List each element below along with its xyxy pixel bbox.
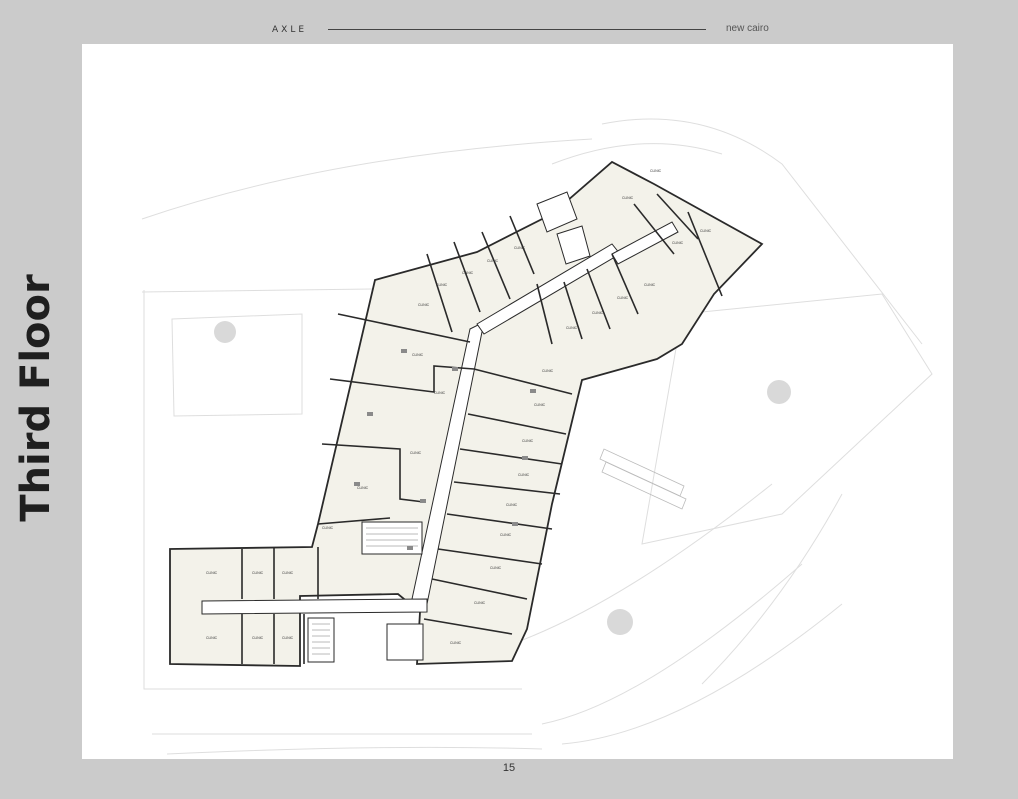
header-rule <box>328 29 706 30</box>
svg-text:CLINIC: CLINIC <box>506 503 518 507</box>
svg-text:CLINIC: CLINIC <box>566 326 578 330</box>
svg-text:CLINIC: CLINIC <box>282 571 294 575</box>
svg-text:CLINIC: CLINIC <box>252 571 264 575</box>
floor-plan-sheet: CLINIC CLINIC CLINIC CLINIC CLINIC CLINI… <box>82 44 953 759</box>
svg-text:CLINIC: CLINIC <box>534 403 546 407</box>
escalators <box>599 448 687 510</box>
svg-text:CLINIC: CLINIC <box>357 486 369 490</box>
svg-text:CLINIC: CLINIC <box>500 533 512 537</box>
building-footprint <box>169 160 764 667</box>
svg-text:CLINIC: CLINIC <box>622 196 634 200</box>
svg-text:CLINIC: CLINIC <box>462 271 474 275</box>
svg-text:CLINIC: CLINIC <box>522 439 534 443</box>
svg-text:CLINIC: CLINIC <box>672 241 684 245</box>
svg-text:CLINIC: CLINIC <box>700 229 712 233</box>
svg-text:CLINIC: CLINIC <box>514 246 526 250</box>
page-number: 15 <box>502 762 516 774</box>
svg-text:CLINIC: CLINIC <box>322 526 334 530</box>
location-label: new cairo <box>726 23 769 34</box>
svg-text:CLINIC: CLINIC <box>206 636 218 640</box>
svg-text:CLINIC: CLINIC <box>518 473 530 477</box>
svg-text:CLINIC: CLINIC <box>542 369 554 373</box>
svg-text:CLINIC: CLINIC <box>450 641 462 645</box>
svg-text:CLINIC: CLINIC <box>436 283 448 287</box>
svg-text:CLINIC: CLINIC <box>282 636 294 640</box>
svg-text:CLINIC: CLINIC <box>412 353 424 357</box>
svg-text:CLINIC: CLINIC <box>644 283 656 287</box>
svg-text:CLINIC: CLINIC <box>206 571 218 575</box>
brand-logo: AXLE <box>272 25 308 35</box>
svg-text:CLINIC: CLINIC <box>592 311 604 315</box>
floor-plan-drawing: CLINIC CLINIC CLINIC CLINIC CLINIC CLINI… <box>141 118 933 755</box>
svg-text:CLINIC: CLINIC <box>434 391 446 395</box>
svg-text:CLINIC: CLINIC <box>418 303 430 307</box>
svg-text:CLINIC: CLINIC <box>487 259 499 263</box>
svg-text:CLINIC: CLINIC <box>490 566 502 570</box>
svg-text:CLINIC: CLINIC <box>650 169 662 173</box>
svg-text:CLINIC: CLINIC <box>474 601 486 605</box>
page-title: Third Floor <box>13 274 59 522</box>
svg-text:CLINIC: CLINIC <box>410 451 422 455</box>
svg-text:CLINIC: CLINIC <box>252 636 264 640</box>
svg-text:CLINIC: CLINIC <box>617 296 629 300</box>
